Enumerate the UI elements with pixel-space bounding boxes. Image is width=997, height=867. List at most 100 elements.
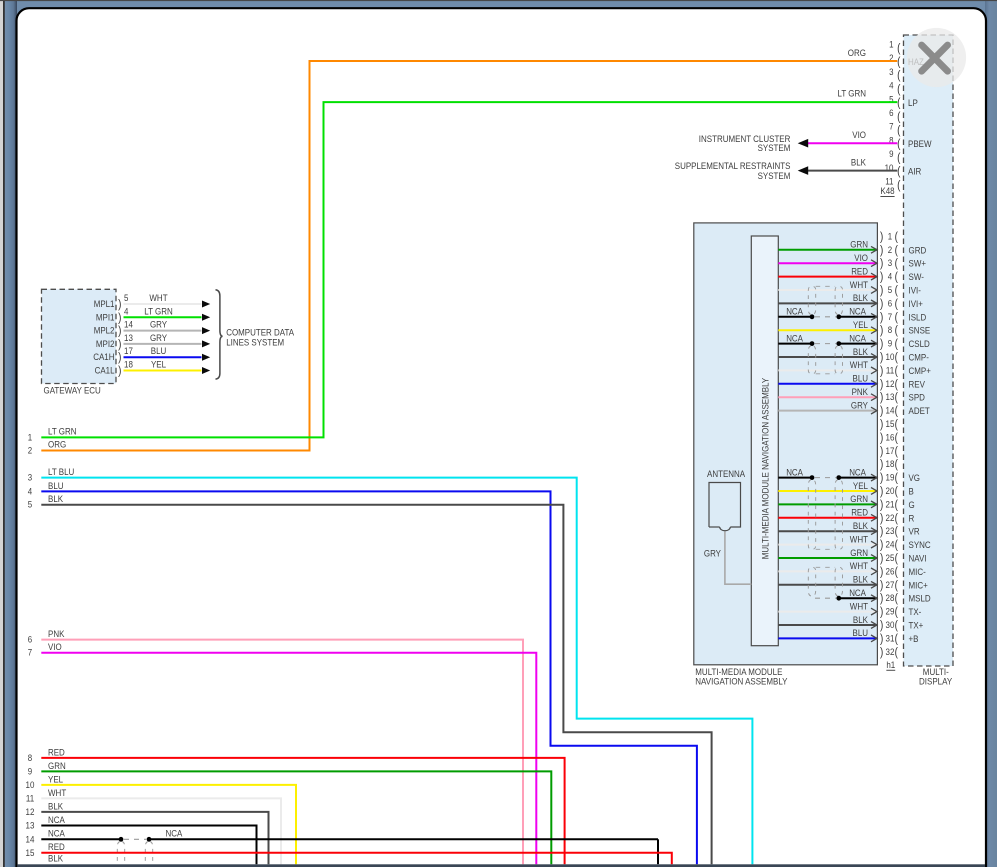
svg-text:5: 5 [28,500,32,510]
svg-text:BLK: BLK [853,521,869,531]
svg-text:CMP+: CMP+ [909,366,931,376]
svg-text:RED: RED [851,508,868,518]
svg-text:): ) [880,392,883,404]
svg-text:): ) [880,446,883,458]
svg-text:CA1L: CA1L [95,366,115,376]
svg-text:): ) [880,379,883,391]
svg-text:MPL2: MPL2 [94,326,115,336]
svg-text:PNK: PNK [852,387,869,397]
svg-text:15: 15 [886,419,895,429]
svg-text:(: ( [897,139,900,151]
svg-text:6: 6 [888,298,892,308]
svg-text:GRY: GRY [851,400,868,410]
svg-text:9: 9 [889,149,893,159]
svg-text:NCA: NCA [849,333,867,343]
svg-text:(: ( [895,526,898,538]
svg-text:14: 14 [124,320,133,330]
svg-text:AIR: AIR [908,167,922,177]
svg-text:): ) [880,633,883,645]
svg-text:SYSTEM: SYSTEM [758,143,791,153]
svg-text:h1: h1 [886,660,895,670]
svg-text:(: ( [895,325,898,337]
svg-text:YEL: YEL [151,360,166,370]
svg-text:(: ( [897,43,900,55]
svg-text:(: ( [895,365,898,377]
svg-text:(: ( [895,245,898,257]
svg-text:(: ( [897,57,900,69]
svg-text:20: 20 [886,486,895,496]
svg-text:(: ( [895,339,898,351]
svg-text:BLK: BLK [48,801,64,811]
svg-text:B: B [909,487,914,497]
svg-text:): ) [880,526,883,538]
svg-text:): ) [880,593,883,605]
svg-text:22: 22 [886,513,895,523]
svg-text:BLK: BLK [851,157,867,167]
svg-text:): ) [118,366,121,378]
svg-text:4: 4 [889,81,893,91]
svg-text:(: ( [895,566,898,578]
svg-text:LP: LP [908,98,918,108]
svg-text:MSLD: MSLD [909,594,931,604]
svg-text:NAVIGATION ASSEMBLY: NAVIGATION ASSEMBLY [695,676,787,686]
svg-text:LT GRN: LT GRN [144,306,173,316]
svg-text:1: 1 [889,40,893,50]
svg-text:7: 7 [889,122,893,132]
svg-text:VR: VR [909,527,920,537]
svg-text:IVI-: IVI- [909,286,921,296]
svg-text:NCA: NCA [166,829,184,839]
svg-text:): ) [880,231,883,243]
svg-text:SUPPLEMENTAL RESTRAINTS: SUPPLEMENTAL RESTRAINTS [675,161,791,171]
svg-text:24: 24 [886,540,895,550]
svg-text:): ) [880,325,883,337]
svg-text:): ) [880,553,883,565]
svg-text:ISLD: ISLD [909,312,927,322]
svg-text:4: 4 [124,306,128,316]
svg-text:4: 4 [28,486,32,496]
svg-text:10: 10 [886,352,895,362]
svg-text:(: ( [897,152,900,164]
svg-text:BLK: BLK [853,347,869,357]
svg-text:WHT: WHT [850,561,869,571]
svg-text:G: G [909,500,915,510]
svg-text:DISPLAY: DISPLAY [919,676,952,686]
svg-text:MPI1: MPI1 [96,312,115,322]
svg-text:SYNC: SYNC [909,540,931,550]
svg-text:): ) [880,540,883,552]
svg-text:): ) [880,245,883,257]
svg-text:GRN: GRN [850,494,868,504]
svg-text:21: 21 [886,499,895,509]
svg-text:NCA: NCA [786,307,804,317]
svg-text:(: ( [897,84,900,96]
svg-text:16: 16 [886,432,895,442]
svg-text:LT GRN: LT GRN [48,427,77,437]
svg-text:CMP-: CMP- [909,353,929,363]
svg-text:5: 5 [124,293,128,303]
svg-text:BLK: BLK [853,615,869,625]
svg-text:NCA: NCA [786,333,804,343]
svg-text:+B: +B [909,634,919,644]
svg-text:(: ( [895,406,898,418]
svg-text:8: 8 [28,753,32,763]
svg-text:(: ( [895,231,898,243]
svg-text:(: ( [895,607,898,619]
svg-text:19: 19 [886,473,895,483]
svg-text:CSLD: CSLD [909,339,931,349]
svg-text:7: 7 [28,648,32,658]
svg-text:(: ( [897,111,900,123]
svg-text:ADET: ADET [909,406,931,416]
svg-text:17: 17 [886,446,895,456]
svg-text:10: 10 [26,780,35,790]
svg-text:): ) [880,499,883,511]
svg-text:RED: RED [48,747,65,757]
svg-text:): ) [880,607,883,619]
svg-text:9: 9 [28,766,32,776]
svg-text:RED: RED [48,842,65,852]
svg-text:9: 9 [888,339,892,349]
svg-text:11: 11 [886,365,894,375]
svg-text:VG: VG [909,473,921,483]
svg-text:SPD: SPD [909,393,926,403]
svg-text:CA1H: CA1H [93,352,114,362]
svg-text:13: 13 [124,333,133,343]
svg-text:VIO: VIO [48,642,62,652]
